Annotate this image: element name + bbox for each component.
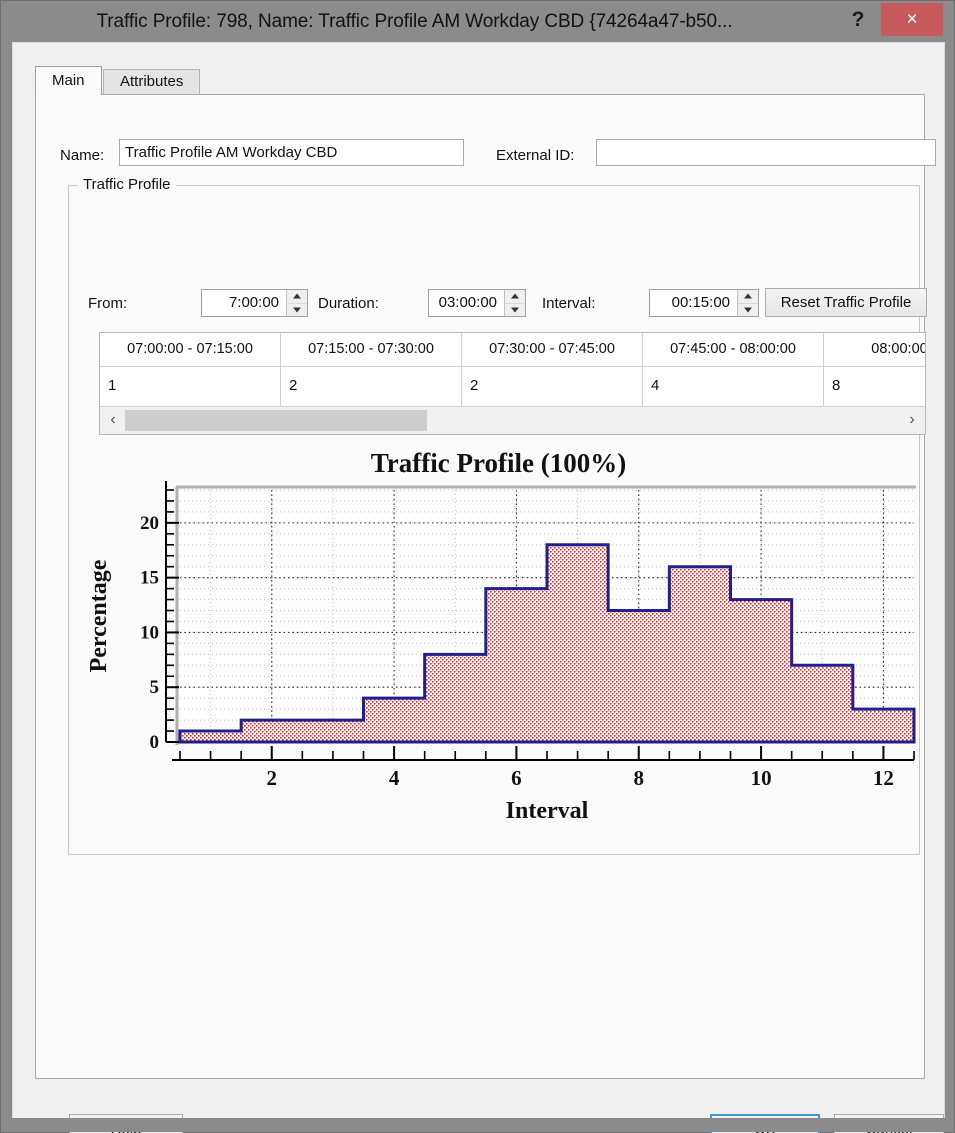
y-axis-title: Percentage xyxy=(86,559,112,672)
grid-cell[interactable]: 8 xyxy=(824,367,925,407)
from-label: From: xyxy=(88,295,128,312)
scroll-left-icon[interactable]: ‹ xyxy=(102,407,124,434)
y-axis-tick-label: 5 xyxy=(150,677,160,698)
interval-value[interactable]: 00:15:00 xyxy=(650,290,737,316)
chart-svg: 0 5 10 15 20 Percentage 2 4 6 8 10 12 Interval xyxy=(86,481,916,824)
help-icon[interactable]: ? xyxy=(838,3,878,36)
window-title: Traffic Profile: 798, Name: Traffic Prof… xyxy=(96,11,733,32)
external-id-input[interactable] xyxy=(596,139,936,166)
from-spin-buttons xyxy=(286,290,307,316)
traffic-profile-group-title: Traffic Profile xyxy=(78,176,176,193)
duration-label: Duration: xyxy=(318,295,379,312)
x-axis-title: Interval xyxy=(506,798,589,824)
x-axis-tick-label: 12 xyxy=(873,766,894,790)
x-axis-tick-label: 8 xyxy=(634,766,645,790)
interval-spin-down-icon[interactable] xyxy=(738,302,758,317)
grid-column-header[interactable]: 07:15:00 - 07:30:00 xyxy=(281,333,462,367)
grid-cell[interactable]: 1 xyxy=(100,367,281,407)
grid-cell[interactable]: 4 xyxy=(643,367,824,407)
external-id-label: External ID: xyxy=(496,147,575,164)
from-stepper[interactable]: 7:00:00 xyxy=(201,289,308,317)
tab-main[interactable]: Main xyxy=(35,66,102,95)
y-axis-tick-label: 0 xyxy=(150,732,160,753)
y-axis: 0 5 10 15 20 xyxy=(140,481,179,753)
y-axis-tick-label: 20 xyxy=(140,513,159,534)
interval-spin-up-icon[interactable] xyxy=(738,290,758,303)
grid-header-row: 07:00:00 - 07:15:00 07:15:00 - 07:30:00 07… xyxy=(100,333,925,367)
tab-strip: Main Attributes xyxy=(35,66,925,95)
x-axis: 2 4 6 8 10 12 xyxy=(172,746,915,790)
grid-column-header[interactable]: 08:00:00 - 08 xyxy=(824,333,925,367)
dialog-window: Traffic Profile: 798, Name: Traffic Prof… xyxy=(0,0,955,1133)
window-status-bar xyxy=(1,1118,954,1132)
title-bar: Traffic Profile: 798, Name: Traffic Prof… xyxy=(1,1,954,42)
close-icon[interactable]: × xyxy=(881,3,943,36)
scroll-right-icon[interactable]: › xyxy=(901,407,923,434)
x-axis-tick-label: 10 xyxy=(751,766,772,790)
grid-column-header[interactable]: 07:45:00 - 08:00:00 xyxy=(643,333,824,367)
x-axis-tick-label: 2 xyxy=(267,766,278,790)
tab-panel-main: Name: External ID: Traffic Profile From:… xyxy=(35,94,944,1133)
dialog-client: Main Attributes Name: External ID: Traff… xyxy=(12,42,945,1133)
grid-cell[interactable]: 2 xyxy=(462,367,643,407)
x-axis-tick-label: 6 xyxy=(511,766,521,790)
grid-horizontal-scrollbar[interactable]: ‹ › xyxy=(100,406,925,434)
traffic-profile-chart: Traffic Profile (100%) 0 5 10 15 20 Percentag… xyxy=(76,445,921,845)
duration-spin-down-icon[interactable] xyxy=(505,302,525,317)
tab-attributes[interactable]: Attributes xyxy=(103,69,201,95)
y-axis-tick-label: 10 xyxy=(140,622,159,643)
interval-grid: 07:00:00 - 07:15:00 07:15:00 - 07:30:00 07… xyxy=(99,332,926,435)
x-axis-tick-label: 4 xyxy=(389,766,400,790)
interval-label: Interval: xyxy=(542,295,596,312)
duration-spin-buttons xyxy=(504,290,525,316)
from-value[interactable]: 7:00:00 xyxy=(202,290,286,316)
interval-spin-buttons xyxy=(737,290,758,316)
grid-column-header[interactable]: 07:30:00 - 07:45:00 xyxy=(462,333,643,367)
name-input[interactable] xyxy=(119,139,464,166)
from-spin-down-icon[interactable] xyxy=(287,302,307,317)
grid-column-header[interactable]: 07:00:00 - 07:15:00 xyxy=(100,333,281,367)
duration-value[interactable]: 03:00:00 xyxy=(429,290,504,316)
from-spin-up-icon[interactable] xyxy=(287,290,307,303)
scrollbar-thumb[interactable] xyxy=(125,410,427,431)
chart-title: Traffic Profile (100%) xyxy=(370,448,627,478)
table-row: 12248 xyxy=(100,367,925,407)
grid-cell[interactable]: 2 xyxy=(281,367,462,407)
duration-spin-up-icon[interactable] xyxy=(505,290,525,303)
y-axis-tick-label: 15 xyxy=(140,568,159,589)
duration-stepper[interactable]: 03:00:00 xyxy=(428,289,526,317)
name-label: Name: xyxy=(60,147,105,164)
screenshot-root: Traffic Profile: 798, Name: Traffic Prof… xyxy=(0,0,955,1133)
interval-stepper[interactable]: 00:15:00 xyxy=(649,289,759,317)
reset-traffic-profile-button[interactable]: Reset Traffic Profile xyxy=(765,288,927,317)
